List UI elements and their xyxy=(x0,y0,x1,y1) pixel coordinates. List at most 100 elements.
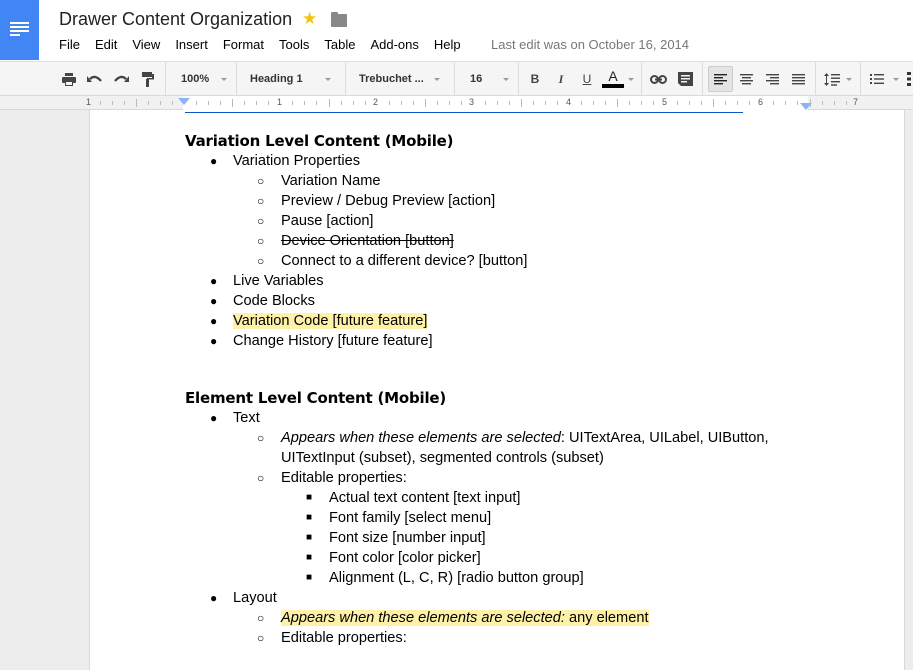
document-body[interactable]: Variation Level Content (Mobile) ● Variat… xyxy=(185,131,805,648)
chevron-down-icon xyxy=(893,78,899,81)
bullet-icon: ■ xyxy=(306,552,313,563)
menu-view[interactable]: View xyxy=(132,37,160,52)
insert-comment-button[interactable] xyxy=(676,62,694,96)
line-spacing-button[interactable] xyxy=(823,62,841,96)
paragraph-style-select[interactable]: Heading 1 xyxy=(250,62,303,96)
bullet-icon: ○ xyxy=(257,234,265,248)
list-item-highlighted: ● Variation Code [future feature] xyxy=(210,313,428,329)
chevron-down-icon xyxy=(628,78,634,81)
scrollbar[interactable] xyxy=(905,110,913,662)
chevron-down-icon xyxy=(434,78,440,81)
menu-table[interactable]: Table xyxy=(324,37,355,52)
redo-button[interactable] xyxy=(112,62,130,96)
folder-icon[interactable] xyxy=(331,12,347,27)
align-right-button[interactable] xyxy=(763,62,782,96)
ruler-label: 3 xyxy=(469,97,475,107)
ruler-tick xyxy=(389,101,390,105)
ruler-tick xyxy=(461,101,462,105)
bold-icon: B xyxy=(530,72,540,86)
ruler-tick xyxy=(749,101,750,105)
bullet-icon: ● xyxy=(210,154,218,168)
ruler-tick xyxy=(304,101,305,105)
left-indent-marker[interactable] xyxy=(178,98,190,105)
ruler-tick xyxy=(401,101,402,105)
ruler-tick xyxy=(268,101,269,105)
bullet-icon: ● xyxy=(210,274,218,288)
ruler-label: 7 xyxy=(853,97,859,107)
ruler-tick xyxy=(701,101,702,105)
align-center-button[interactable] xyxy=(737,62,756,96)
ruler-tick xyxy=(797,101,798,105)
font-family-select[interactable]: Trebuchet ... xyxy=(359,62,424,96)
ruler-label: 5 xyxy=(662,97,668,107)
menu-edit[interactable]: Edit xyxy=(95,37,117,52)
list-item: ○ Variation Name xyxy=(257,173,381,189)
numbered-list-button[interactable] xyxy=(868,62,886,96)
bold-button[interactable]: B xyxy=(527,62,543,96)
justify-button[interactable] xyxy=(789,62,808,96)
italic-button[interactable]: I xyxy=(553,62,569,96)
menu-addons[interactable]: Add-ons xyxy=(370,37,418,52)
list-item: ○ Appears when these elements are selecte… xyxy=(257,430,769,466)
bullet-icon: ● xyxy=(210,314,218,328)
ruler-tick xyxy=(557,101,558,105)
list-item: ■ Alignment (L, C, R) [radio button group… xyxy=(306,570,584,586)
top-bar: Drawer Content Organization ★ File Edit … xyxy=(0,0,913,61)
undo-button[interactable] xyxy=(86,62,104,96)
more-button[interactable] xyxy=(905,62,913,96)
ruler-tick xyxy=(773,101,774,105)
menu-tools[interactable]: Tools xyxy=(279,37,309,52)
underline-icon: U xyxy=(582,72,592,86)
menu-insert[interactable]: Insert xyxy=(175,37,208,52)
menu-help[interactable]: Help xyxy=(434,37,461,52)
chevron-down-icon xyxy=(325,78,331,81)
bullet-icon: ● xyxy=(210,294,218,308)
align-left-button[interactable] xyxy=(711,62,730,96)
ruler-tick xyxy=(112,101,113,105)
menu-format[interactable]: Format xyxy=(223,37,264,52)
ruler-tick xyxy=(208,101,209,105)
ruler-tick xyxy=(365,101,366,105)
ruler-tick xyxy=(172,101,173,105)
last-edit-status[interactable]: Last edit was on October 16, 2014 xyxy=(491,37,689,52)
list-item: ● Text xyxy=(210,410,260,426)
ruler-tick xyxy=(485,101,486,105)
font-size-select[interactable]: 16 xyxy=(470,62,482,96)
underline-button[interactable]: U xyxy=(579,62,595,96)
docs-logo[interactable] xyxy=(0,0,39,60)
more-vert-icon xyxy=(907,72,911,86)
ruler-tick xyxy=(497,101,498,105)
print-button[interactable] xyxy=(60,62,78,96)
heading-element-level: Element Level Content (Mobile) xyxy=(185,389,447,407)
document-title[interactable]: Drawer Content Organization xyxy=(59,9,292,30)
redo-icon xyxy=(114,75,129,82)
paint-format-button[interactable] xyxy=(139,62,157,96)
zoom-select[interactable]: 100% xyxy=(181,62,209,96)
ruler-tick xyxy=(785,101,786,105)
list-item: ■ Actual text content [text input] xyxy=(306,490,521,506)
ruler-tick xyxy=(136,99,137,107)
list-item: ● Live Variables xyxy=(210,273,324,289)
insert-link-button[interactable] xyxy=(649,62,667,96)
bullet-icon: ○ xyxy=(257,631,265,645)
ruler-tick xyxy=(725,101,726,105)
ruler-tick xyxy=(737,101,738,105)
ruler-tick xyxy=(341,101,342,105)
ruler-tick xyxy=(545,101,546,105)
text-color-button[interactable]: A xyxy=(602,62,624,96)
paint-format-icon xyxy=(142,71,154,87)
list-item: ○ Pause [action] xyxy=(257,213,374,229)
ruler[interactable]: 1 1 2 3 4 5 6 7 xyxy=(0,96,913,110)
ruler-tick xyxy=(160,101,161,105)
ruler-label: 6 xyxy=(758,97,764,107)
star-icon[interactable]: ★ xyxy=(302,9,317,29)
ruler-tick xyxy=(220,101,221,105)
ruler-tick xyxy=(689,101,690,105)
link-underline xyxy=(185,112,743,113)
ruler-tick xyxy=(629,101,630,105)
menu-file[interactable]: File xyxy=(59,37,80,52)
right-indent-marker[interactable] xyxy=(800,103,812,110)
ruler-tick xyxy=(834,101,835,105)
ruler-tick xyxy=(509,101,510,105)
size-value: 16 xyxy=(470,73,483,85)
